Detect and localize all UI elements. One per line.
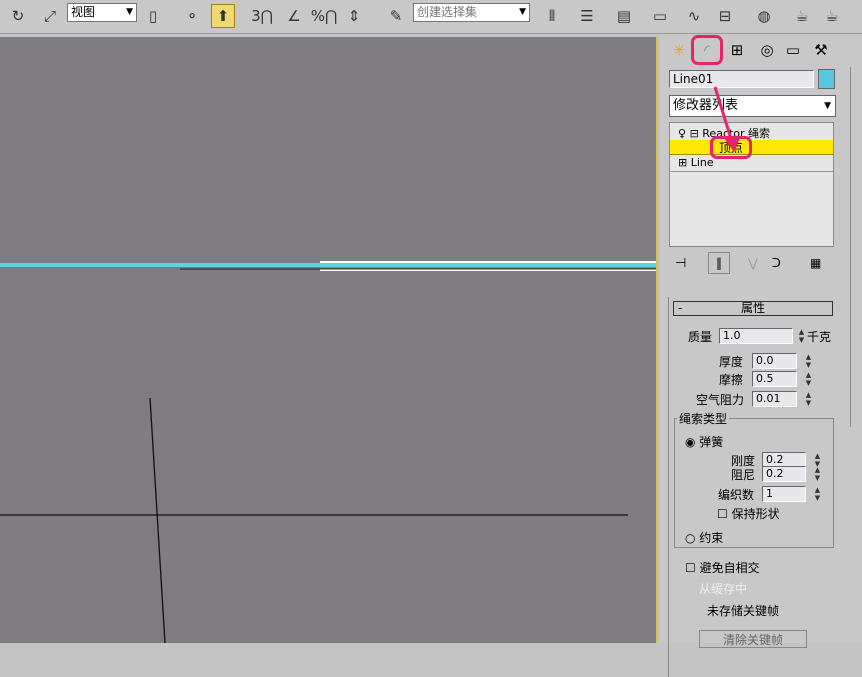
- hierarchy-tab-icon[interactable]: ⊞: [724, 38, 750, 62]
- layer-manager-icon[interactable]: ▤: [612, 4, 636, 28]
- select-manipulate-icon[interactable]: ⚬: [180, 4, 204, 28]
- stack-item-line[interactable]: ⊞ Line: [670, 156, 833, 172]
- edit-named-selection-icon[interactable]: ✎: [384, 4, 408, 28]
- damping-label: 阻尼: [731, 468, 756, 482]
- damping-spinner[interactable]: ▲ ▼: [813, 466, 822, 482]
- align-icon[interactable]: ☰: [575, 4, 599, 28]
- keep-shape-label: 保持形状: [731, 507, 780, 521]
- air-resistance-label: 空气阻力: [696, 393, 745, 407]
- from-cache-label: 从缓存中: [699, 582, 748, 596]
- command-panel: ✳ ◜ ⊞ ◎ ▭ ⚒ Line01 修改器列表 ▼ ♀ ⊟ Reactor 绳索…: [660, 34, 862, 677]
- spring-radio[interactable]: ◉ 弹簧: [685, 433, 723, 450]
- remove-modifier-icon[interactable]: ᑐ: [772, 256, 781, 270]
- spinner-snap-icon[interactable]: ⇕: [342, 4, 366, 28]
- weave-spinner[interactable]: ▲ ▼: [813, 486, 822, 502]
- clear-keys-button[interactable]: 清除关键帧: [699, 630, 807, 648]
- configure-modifier-sets-icon[interactable]: ▦: [810, 256, 821, 270]
- chevron-down-icon: ▼: [126, 7, 133, 17]
- thickness-spinner[interactable]: ▲ ▼: [804, 353, 813, 369]
- lightbulb-icon[interactable]: ♀: [678, 127, 686, 140]
- rotate-icon[interactable]: ↻: [6, 4, 30, 28]
- chevron-down-icon: ▼: [519, 7, 526, 17]
- avoid-self-label: 避免自相交: [699, 561, 760, 575]
- weave-label: 编织数: [718, 488, 755, 502]
- motion-tab-icon[interactable]: ◎: [754, 38, 780, 62]
- make-unique-icon[interactable]: ⋁: [748, 256, 758, 270]
- render-frame-icon[interactable]: ☕: [790, 4, 814, 28]
- material-editor-icon[interactable]: ⊟: [713, 4, 737, 28]
- named-selection-dropdown[interactable]: 创建选择集 ▼: [413, 3, 530, 22]
- modify-tab-icon[interactable]: ◜: [691, 35, 723, 65]
- unstored-keys-label: 未存储关键帧: [707, 604, 780, 618]
- dropdown-value: 视图: [71, 5, 96, 19]
- create-tab-icon[interactable]: ✳: [666, 38, 692, 62]
- mass-spinner[interactable]: ▲ ▼: [797, 328, 806, 344]
- schematic-view-icon[interactable]: ∿: [682, 4, 706, 28]
- rope-type-label: 绳索类型: [677, 410, 730, 427]
- percent-label: %: [310, 7, 325, 25]
- avoid-self-intersection-checkbox[interactable]: ☐ 避免自相交: [685, 559, 760, 576]
- collapse-icon[interactable]: ⊟: [690, 127, 699, 140]
- stack-item-label: Line: [690, 156, 714, 169]
- grid-axis-y: [149, 397, 166, 643]
- keyboard-shortcut-override-icon[interactable]: ⬆: [211, 4, 235, 28]
- constraint-label: 约束: [699, 531, 724, 545]
- keep-shape-checkbox[interactable]: ☐ 保持形状: [717, 505, 780, 522]
- mass-unit: 千克: [807, 330, 832, 344]
- expand-icon[interactable]: ⊞: [678, 156, 687, 169]
- spring-label: 弹簧: [699, 435, 724, 449]
- friction-input[interactable]: 0.5: [752, 371, 797, 387]
- display-tab-icon[interactable]: ▭: [780, 38, 806, 62]
- chevron-down-icon: ▼: [824, 101, 831, 111]
- snap-toggle-icon[interactable]: 3 ⋂: [250, 4, 274, 28]
- properties-rollout: - 属性 质量 1.0 ▲ ▼ 千克 厚度 0.0 ▲ ▼ 摩擦 0.5 ▲ ▼ 空气阻…: [668, 297, 836, 677]
- constraint-radio[interactable]: ○ 约束: [685, 529, 723, 546]
- panel-scrollbar[interactable]: [850, 67, 862, 427]
- damping-input[interactable]: 0.2: [762, 466, 806, 482]
- curve-editor-icon[interactable]: ▭: [648, 4, 672, 28]
- viewport[interactable]: [0, 37, 658, 643]
- pin-stack-icon[interactable]: ⊣: [675, 256, 686, 271]
- snap-label: 3: [251, 7, 261, 25]
- dropdown-value: 创建选择集: [417, 5, 478, 19]
- friction-label: 摩擦: [719, 373, 744, 387]
- reference-coordinate-dropdown[interactable]: 视图 ▼: [67, 3, 137, 22]
- object-color-swatch[interactable]: [818, 69, 835, 89]
- show-end-result-icon[interactable]: ‖: [708, 252, 730, 274]
- main-toolbar: ↻ ⤢ 视图 ▼ ▯ ⚬ ⬆ 3 ⋂ ∠ % ⋂ ⇕ ✎ 创建选择集 ▼ ⫴ ☰ ▤ ▭…: [0, 0, 862, 34]
- pivot-icon[interactable]: ▯: [141, 4, 165, 28]
- thickness-input[interactable]: 0.0: [752, 353, 797, 369]
- rollout-header[interactable]: - 属性: [673, 301, 833, 316]
- air-resistance-input[interactable]: 0.01: [752, 391, 797, 407]
- rollout-title: 属性: [740, 301, 765, 315]
- viewport-scene: [0, 261, 656, 643]
- render-setup-icon[interactable]: ◍: [752, 4, 776, 28]
- rope-type-group: 绳索类型 ◉ 弹簧 刚度 0.2 ▲ ▼ 阻尼 0.2 ▲ ▼ 编织数 1 ▲ ▼ ☐…: [674, 410, 834, 548]
- utilities-tab-icon[interactable]: ⚒: [808, 38, 834, 62]
- weave-input[interactable]: 1: [762, 486, 806, 502]
- scale-icon[interactable]: ⤢: [38, 4, 62, 28]
- annotation-arrow: [713, 86, 740, 152]
- angle-snap-icon[interactable]: ∠: [282, 4, 306, 28]
- collapse-toggle: -: [678, 301, 683, 315]
- air-resistance-spinner[interactable]: ▲ ▼: [804, 391, 813, 407]
- friction-spinner[interactable]: ▲ ▼: [804, 371, 813, 387]
- thickness-label: 厚度: [719, 355, 744, 369]
- mass-input[interactable]: 1.0: [719, 328, 793, 344]
- quick-render-icon[interactable]: ☕: [820, 4, 844, 28]
- mirror-icon[interactable]: ⫴: [540, 4, 564, 28]
- percent-snap-icon[interactable]: % ⋂: [310, 4, 338, 28]
- mass-label: 质量: [688, 330, 713, 344]
